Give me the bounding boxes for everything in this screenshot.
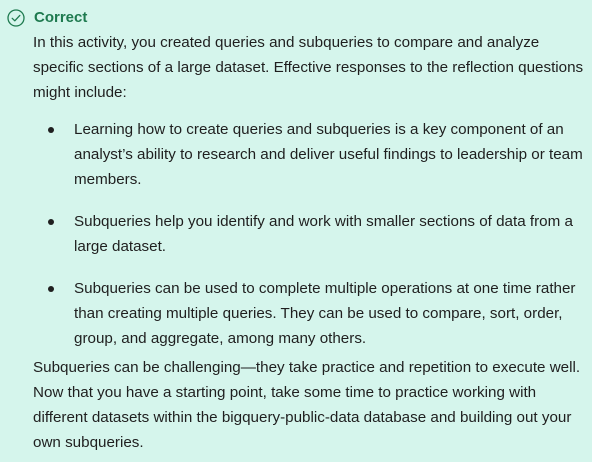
list-item-text: Subqueries help you identify and work wi… [74, 213, 573, 255]
check-circle-icon [7, 9, 25, 27]
outro-paragraph: Subqueries can be challenging—they take … [33, 359, 581, 451]
feedback-panel: Correct In this activity, you created qu… [0, 0, 592, 462]
feedback-header: Correct [7, 9, 87, 27]
bullet-icon [48, 127, 54, 133]
bullet-icon [48, 219, 54, 225]
list-item-text: Learning how to create queries and subqu… [74, 121, 583, 188]
intro-paragraph: In this activity, you created queries an… [33, 34, 584, 101]
list-item-text: Subqueries can be used to complete multi… [74, 280, 576, 347]
list-item: Subqueries help you identify and work wi… [33, 209, 585, 259]
reflection-list: Learning how to create queries and subqu… [33, 117, 585, 368]
list-item: Learning how to create queries and subqu… [33, 117, 585, 192]
bullet-icon [48, 286, 54, 292]
status-label: Correct [34, 9, 88, 26]
list-item: Subqueries can be used to complete multi… [33, 276, 585, 351]
